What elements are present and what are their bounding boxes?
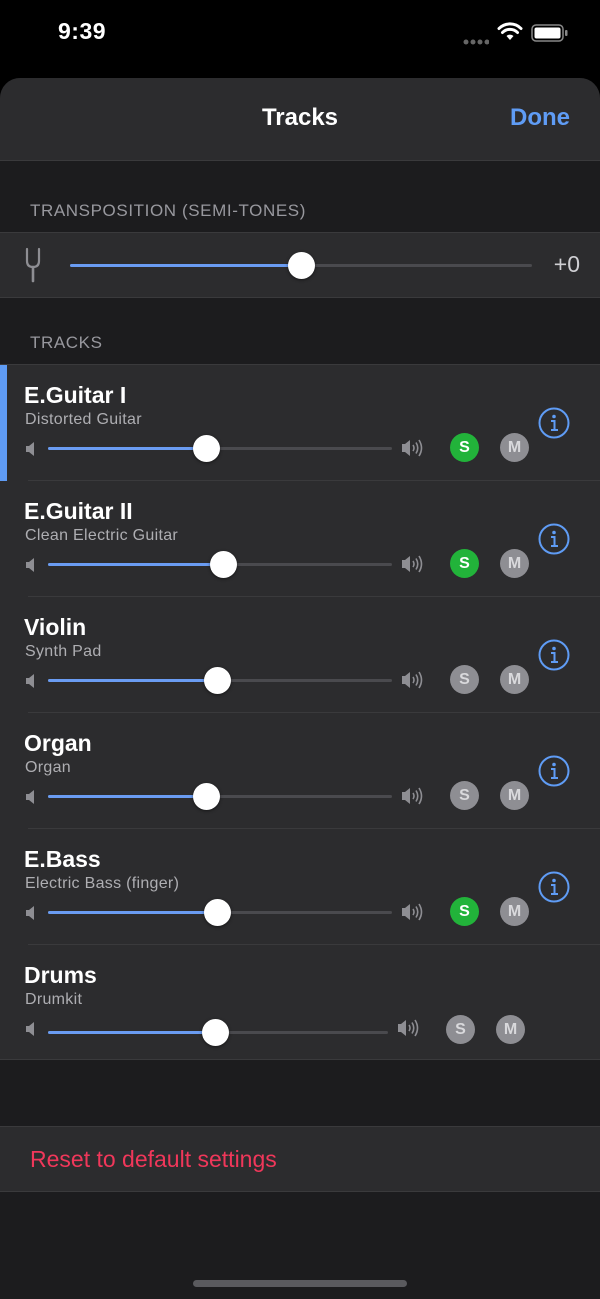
track-row[interactable]: E.Bass Electric Bass (finger) S M	[0, 829, 600, 945]
tracks-sheet: Tracks Done TRANSPOSITION (SEMI-TONES) +…	[0, 78, 600, 1299]
reset-row[interactable]: Reset to default settings	[0, 1126, 600, 1192]
mute-button[interactable]: M	[500, 781, 529, 810]
volume-slider-thumb[interactable]	[204, 899, 231, 926]
volume-max-icon	[401, 553, 425, 580]
track-row[interactable]: E.Guitar II Clean Electric Guitar S M	[0, 481, 600, 597]
tuning-fork-icon	[22, 247, 44, 288]
volume-slider[interactable]	[48, 551, 392, 578]
track-instrument: Drumkit	[25, 991, 83, 1008]
track-name: Violin	[24, 614, 87, 640]
volume-slider-fill	[48, 447, 206, 450]
status-time: 9:39	[58, 18, 107, 44]
volume-slider-thumb[interactable]	[204, 667, 231, 694]
transposition-header: TRANSPOSITION (SEMI-TONES)	[30, 201, 306, 220]
volume-max-icon	[401, 437, 425, 464]
mute-button[interactable]: M	[500, 549, 529, 578]
signal-dots-icon	[463, 32, 490, 50]
track-row[interactable]: E.Guitar I Distorted Guitar S M	[0, 365, 600, 481]
track-name: E.Bass	[24, 846, 101, 872]
transposition-value: +0	[553, 251, 580, 277]
volume-max-icon	[401, 669, 425, 696]
done-button[interactable]: Done	[510, 104, 570, 132]
transposition-slider-fill	[70, 264, 301, 267]
info-icon[interactable]	[538, 407, 570, 444]
volume-slider-fill	[48, 911, 217, 914]
home-indicator[interactable]	[193, 1280, 407, 1287]
volume-max-icon	[401, 785, 425, 812]
solo-button[interactable]: S	[450, 549, 479, 578]
tracks-list: E.Guitar I Distorted Guitar S M E.Guitar II C…	[0, 364, 600, 1060]
track-row[interactable]: Organ Organ S M	[0, 713, 600, 829]
solo-button[interactable]: S	[450, 897, 479, 926]
nav-bar: Tracks Done	[0, 78, 600, 161]
track-name: Organ	[24, 730, 92, 756]
volume-max-icon	[401, 901, 425, 928]
mute-button[interactable]: M	[500, 665, 529, 694]
wifi-icon	[497, 22, 523, 47]
track-instrument: Clean Electric Guitar	[25, 527, 179, 544]
volume-slider[interactable]	[48, 1019, 388, 1046]
track-row[interactable]: Violin Synth Pad S M	[0, 597, 600, 713]
volume-slider[interactable]	[48, 667, 392, 694]
info-icon[interactable]	[538, 871, 570, 908]
volume-slider[interactable]	[48, 435, 392, 462]
battery-icon	[531, 24, 569, 47]
track-instrument: Electric Bass (finger)	[25, 875, 180, 892]
volume-slider[interactable]	[48, 783, 392, 810]
solo-button[interactable]: S	[450, 781, 479, 810]
track-instrument: Synth Pad	[25, 643, 102, 660]
track-instrument: Organ	[25, 759, 71, 776]
mute-button[interactable]: M	[500, 897, 529, 926]
volume-slider-thumb[interactable]	[193, 435, 220, 462]
track-name: E.Guitar II	[24, 498, 133, 524]
volume-slider-fill	[48, 1031, 215, 1034]
volume-min-icon	[25, 789, 37, 810]
status-bar: 9:39	[0, 0, 600, 70]
volume-min-icon	[25, 441, 37, 462]
volume-min-icon	[25, 557, 37, 578]
volume-min-icon	[25, 1021, 37, 1042]
volume-min-icon	[25, 673, 37, 694]
transposition-row: +0	[0, 232, 600, 298]
solo-button[interactable]: S	[450, 433, 479, 462]
volume-min-icon	[25, 905, 37, 926]
track-row[interactable]: Drums Drumkit S M	[0, 945, 600, 1061]
mute-button[interactable]: M	[496, 1015, 525, 1044]
track-name: Drums	[24, 962, 97, 988]
volume-slider-thumb[interactable]	[202, 1019, 229, 1046]
volume-slider-thumb[interactable]	[210, 551, 237, 578]
volume-slider-thumb[interactable]	[193, 783, 220, 810]
track-name: E.Guitar I	[24, 382, 127, 408]
solo-button[interactable]: S	[446, 1015, 475, 1044]
tracks-header: TRACKS	[30, 333, 103, 352]
transposition-slider[interactable]	[70, 252, 532, 279]
volume-max-icon	[397, 1017, 421, 1044]
solo-button[interactable]: S	[450, 665, 479, 694]
mute-button[interactable]: M	[500, 433, 529, 462]
info-icon[interactable]	[538, 755, 570, 792]
transposition-slider-thumb[interactable]	[288, 252, 315, 279]
info-icon[interactable]	[538, 639, 570, 676]
volume-slider-fill	[48, 679, 217, 682]
volume-slider-fill	[48, 795, 206, 798]
track-instrument: Distorted Guitar	[25, 411, 142, 428]
volume-slider-fill	[48, 563, 223, 566]
reset-button[interactable]: Reset to default settings	[30, 1146, 277, 1173]
volume-slider[interactable]	[48, 899, 392, 926]
info-icon[interactable]	[538, 523, 570, 560]
